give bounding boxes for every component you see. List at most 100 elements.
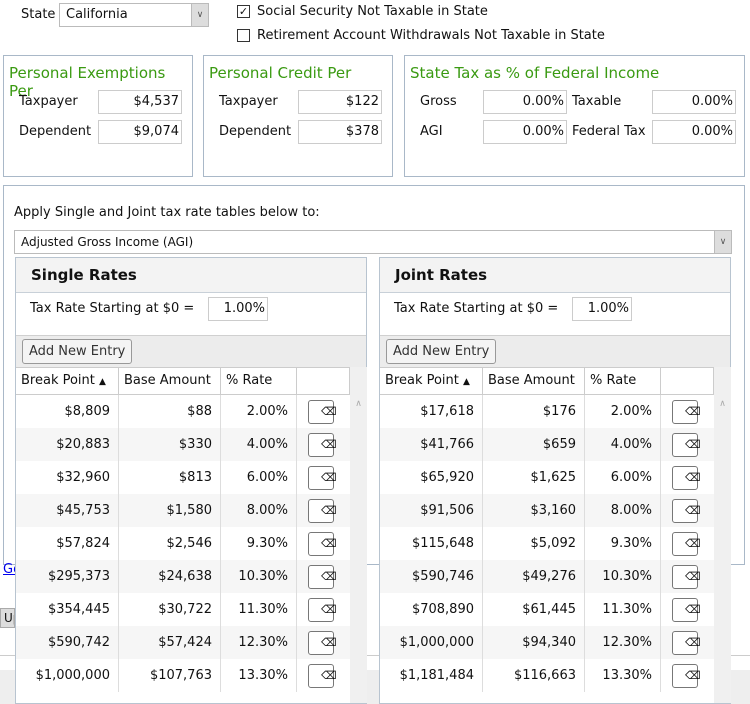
base-amount-cell[interactable]: $116,663 — [483, 659, 585, 692]
break-point-cell[interactable]: $8,809 — [16, 395, 119, 428]
rate-header[interactable]: % Rate — [585, 368, 661, 394]
rate-cell[interactable]: 4.00% — [585, 428, 661, 461]
apply-select[interactable]: Adjusted Gross Income (AGI) ∨ — [14, 230, 732, 254]
break-point-cell[interactable]: $32,960 — [16, 461, 119, 494]
rate-cell[interactable]: 12.30% — [585, 626, 661, 659]
base-amount-cell[interactable]: $61,445 — [483, 593, 585, 626]
rate-cell[interactable]: 2.00% — [585, 395, 661, 428]
rate-cell[interactable]: 2.00% — [221, 395, 297, 428]
delete-row-button[interactable]: ⌫ — [308, 664, 337, 688]
rate-cell[interactable]: 6.00% — [221, 461, 297, 494]
taxable-input[interactable]: 0.00% — [652, 90, 736, 114]
base-amount-header[interactable]: Base Amount — [483, 368, 585, 394]
rate-cell[interactable]: 10.30% — [221, 560, 297, 593]
break-point-cell[interactable]: $354,445 — [16, 593, 119, 626]
scrollbar[interactable]: ∧ — [714, 367, 731, 703]
exemption-dependent-input[interactable]: $9,074 — [98, 120, 182, 144]
break-point-cell[interactable]: $57,824 — [16, 527, 119, 560]
break-point-cell[interactable]: $590,746 — [380, 560, 483, 593]
rate-cell[interactable]: 10.30% — [585, 560, 661, 593]
delete-row-button[interactable]: ⌫ — [672, 433, 701, 457]
exemption-taxpayer-input[interactable]: $4,537 — [98, 90, 182, 114]
social-security-checkbox[interactable]: ✓ — [237, 5, 250, 18]
base-amount-cell[interactable]: $2,546 — [119, 527, 221, 560]
base-amount-cell[interactable]: $88 — [119, 395, 221, 428]
credit-dependent-input[interactable]: $378 — [298, 120, 382, 144]
base-amount-cell[interactable]: $3,160 — [483, 494, 585, 527]
break-point-cell[interactable]: $1,000,000 — [380, 626, 483, 659]
delete-row-button[interactable]: ⌫ — [308, 433, 337, 457]
delete-row-button[interactable]: ⌫ — [308, 466, 337, 490]
break-point-cell[interactable]: $91,506 — [380, 494, 483, 527]
break-point-cell[interactable]: $708,890 — [380, 593, 483, 626]
break-point-cell[interactable]: $17,618 — [380, 395, 483, 428]
credit-taxpayer-input[interactable]: $122 — [298, 90, 382, 114]
base-amount-cell[interactable]: $94,340 — [483, 626, 585, 659]
base-amount-cell[interactable]: $107,763 — [119, 659, 221, 692]
break-point-header[interactable]: Break Point ▲ — [16, 368, 119, 394]
delete-row-button[interactable]: ⌫ — [308, 499, 337, 523]
scrollbar[interactable]: ∧ — [350, 367, 367, 703]
state-select[interactable]: California ∨ — [59, 3, 209, 27]
base-amount-cell[interactable]: $176 — [483, 395, 585, 428]
base-amount-cell[interactable]: $30,722 — [119, 593, 221, 626]
scroll-up-icon[interactable]: ∧ — [350, 399, 367, 409]
delete-row-button[interactable]: ⌫ — [308, 631, 337, 655]
delete-row-button[interactable]: ⌫ — [308, 532, 337, 556]
state-value: California — [66, 7, 128, 22]
base-amount-cell[interactable]: $57,424 — [119, 626, 221, 659]
federal-tax-input[interactable]: 0.00% — [652, 120, 736, 144]
delete-row-button[interactable]: ⌫ — [672, 598, 701, 622]
break-point-cell[interactable]: $1,181,484 — [380, 659, 483, 692]
scroll-up-icon[interactable]: ∧ — [714, 399, 731, 409]
rate-cell[interactable]: 13.30% — [585, 659, 661, 692]
rate-cell[interactable]: 6.00% — [585, 461, 661, 494]
add-new-entry-button[interactable]: Add New Entry — [22, 339, 133, 364]
delete-row-button[interactable]: ⌫ — [672, 466, 701, 490]
delete-row-button[interactable]: ⌫ — [308, 598, 337, 622]
break-point-cell[interactable]: $45,753 — [16, 494, 119, 527]
add-new-entry-button[interactable]: Add New Entry — [386, 339, 497, 364]
gross-input[interactable]: 0.00% — [483, 90, 567, 114]
delete-row-button[interactable]: ⌫ — [672, 565, 701, 589]
rate-cell[interactable]: 12.30% — [221, 626, 297, 659]
delete-row-button[interactable]: ⌫ — [672, 532, 701, 556]
retirement-checkbox[interactable] — [237, 29, 250, 42]
base-amount-cell[interactable]: $330 — [119, 428, 221, 461]
break-point-cell[interactable]: $41,766 — [380, 428, 483, 461]
rate-cell[interactable]: 9.30% — [221, 527, 297, 560]
rate-cell[interactable]: 11.30% — [221, 593, 297, 626]
base-amount-cell[interactable]: $5,092 — [483, 527, 585, 560]
delete-row-button[interactable]: ⌫ — [308, 565, 337, 589]
break-point-cell[interactable]: $115,648 — [380, 527, 483, 560]
base-amount-cell[interactable]: $659 — [483, 428, 585, 461]
break-point-cell[interactable]: $295,373 — [16, 560, 119, 593]
base-amount-cell[interactable]: $1,580 — [119, 494, 221, 527]
background-button[interactable]: Up — [0, 608, 15, 628]
break-point-cell[interactable]: $590,742 — [16, 626, 119, 659]
agi-input[interactable]: 0.00% — [483, 120, 567, 144]
base-amount-cell[interactable]: $24,638 — [119, 560, 221, 593]
base-amount-cell[interactable]: $1,625 — [483, 461, 585, 494]
delete-row-button[interactable]: ⌫ — [672, 631, 701, 655]
delete-row-button[interactable]: ⌫ — [672, 664, 701, 688]
joint-start-rate-input[interactable]: 1.00% — [572, 297, 632, 321]
base-amount-cell[interactable]: $813 — [119, 461, 221, 494]
delete-row-button[interactable]: ⌫ — [308, 400, 337, 424]
break-point-cell[interactable]: $20,883 — [16, 428, 119, 461]
rate-header[interactable]: % Rate — [221, 368, 297, 394]
delete-row-button[interactable]: ⌫ — [672, 499, 701, 523]
delete-row-button[interactable]: ⌫ — [672, 400, 701, 424]
single-start-rate-input[interactable]: 1.00% — [208, 297, 268, 321]
base-amount-header[interactable]: Base Amount — [119, 368, 221, 394]
rate-cell[interactable]: 8.00% — [221, 494, 297, 527]
break-point-cell[interactable]: $65,920 — [380, 461, 483, 494]
break-point-header[interactable]: Break Point ▲ — [380, 368, 483, 394]
base-amount-cell[interactable]: $49,276 — [483, 560, 585, 593]
break-point-cell[interactable]: $1,000,000 — [16, 659, 119, 692]
rate-cell[interactable]: 9.30% — [585, 527, 661, 560]
rate-cell[interactable]: 13.30% — [221, 659, 297, 692]
rate-cell[interactable]: 11.30% — [585, 593, 661, 626]
rate-cell[interactable]: 8.00% — [585, 494, 661, 527]
rate-cell[interactable]: 4.00% — [221, 428, 297, 461]
